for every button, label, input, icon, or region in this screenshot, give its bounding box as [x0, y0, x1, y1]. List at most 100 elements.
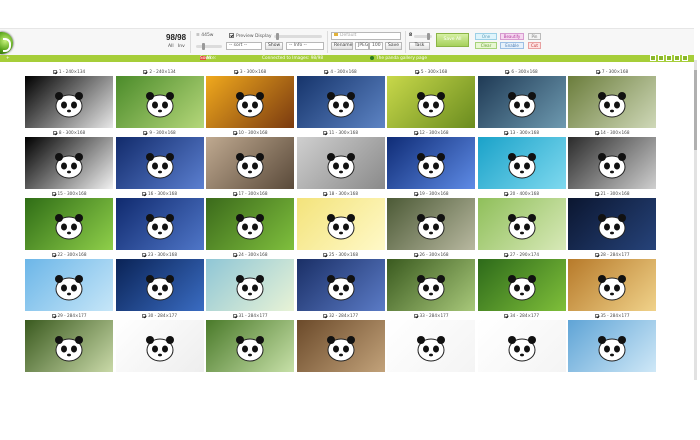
panda-thumbnail[interactable]	[478, 198, 566, 250]
select-checkbox[interactable]	[233, 192, 237, 196]
show-button[interactable]: Show	[265, 42, 283, 50]
gallery-item[interactable]: 28 - 284×177	[568, 250, 656, 311]
folder-input[interactable]: Default	[331, 32, 401, 40]
gallery-item[interactable]: 15 - 300×168	[25, 189, 113, 250]
gallery-item[interactable]: 29 - 284×177	[25, 311, 113, 372]
gallery-item[interactable]: 32 - 284×177	[297, 311, 385, 372]
gallery-item[interactable]: 35 - 284×177	[568, 311, 656, 372]
panda-thumbnail[interactable]	[116, 198, 204, 250]
gallery-item[interactable]: 20 - 400×168	[478, 189, 566, 250]
preview-display-option[interactable]: Preview Display	[229, 33, 272, 39]
preview-slider-thumb[interactable]	[276, 33, 279, 40]
select-checkbox[interactable]	[323, 192, 327, 196]
gallery-item[interactable]: 19 - 300×168	[387, 189, 475, 250]
select-checkbox[interactable]	[233, 131, 237, 135]
gallery-item[interactable]: 30 - 284×177	[116, 311, 204, 372]
scrollbar[interactable]	[694, 60, 697, 380]
panda-thumbnail[interactable]	[297, 259, 385, 311]
gallery-item[interactable]: 26 - 300×168	[387, 250, 475, 311]
panda-thumbnail[interactable]	[206, 320, 294, 372]
select-checkbox[interactable]	[234, 70, 238, 74]
select-checkbox[interactable]	[414, 131, 418, 135]
panda-thumbnail[interactable]	[568, 137, 656, 189]
select-checkbox[interactable]	[323, 253, 327, 257]
save-all-button[interactable]: Save All	[436, 33, 469, 47]
panda-thumbnail[interactable]	[25, 259, 113, 311]
panda-thumbnail[interactable]	[116, 320, 204, 372]
info-select[interactable]: -- Info --	[286, 42, 324, 50]
task-button[interactable]: Task	[409, 42, 430, 50]
gallery-item[interactable]: 12 - 300×168	[387, 128, 475, 189]
panda-thumbnail[interactable]	[116, 259, 204, 311]
select-checkbox[interactable]	[504, 253, 508, 257]
invert-selection-link[interactable]: Inv	[178, 44, 185, 49]
select-checkbox[interactable]	[595, 192, 599, 196]
gallery-item[interactable]: 4 - 300×168	[297, 67, 385, 128]
threads-slider[interactable]	[414, 35, 432, 38]
select-checkbox[interactable]	[52, 253, 56, 257]
enable-button[interactable]: Enable	[500, 42, 524, 49]
select-checkbox[interactable]	[142, 314, 146, 318]
panda-thumbnail[interactable]	[297, 198, 385, 250]
panda-thumbnail[interactable]	[206, 198, 294, 250]
gallery-item[interactable]: 13 - 300×168	[478, 128, 566, 189]
panda-thumbnail[interactable]	[478, 137, 566, 189]
panda-thumbnail[interactable]	[297, 137, 385, 189]
select-all-link[interactable]: All	[168, 44, 174, 49]
panda-thumbnail[interactable]	[387, 198, 475, 250]
panda-thumbnail[interactable]	[116, 76, 204, 128]
gallery-item[interactable]: 3 - 300×168	[206, 67, 294, 128]
panda-thumbnail[interactable]	[387, 320, 475, 372]
gallery-item[interactable]: 33 - 284×177	[387, 311, 475, 372]
select-checkbox[interactable]	[52, 192, 56, 196]
zoom-icon[interactable]	[666, 55, 672, 61]
panda-thumbnail[interactable]	[568, 198, 656, 250]
quality-input[interactable]: 100	[369, 42, 383, 50]
gallery-item[interactable]: 7 - 300×168	[568, 67, 656, 128]
select-checkbox[interactable]	[505, 70, 509, 74]
panda-thumbnail[interactable]	[297, 76, 385, 128]
panda-thumbnail[interactable]	[387, 137, 475, 189]
one-button[interactable]: One	[475, 33, 497, 40]
gallery-item[interactable]: 6 - 300×168	[478, 67, 566, 128]
select-checkbox[interactable]	[414, 314, 418, 318]
select-checkbox[interactable]	[504, 314, 508, 318]
threads-slider-thumb[interactable]	[427, 33, 430, 40]
panda-thumbnail[interactable]	[387, 76, 475, 128]
list-view-icon[interactable]	[658, 55, 664, 61]
panda-thumbnail[interactable]	[568, 76, 656, 128]
rename-button[interactable]: Rename	[331, 42, 353, 50]
preview-checkbox[interactable]	[229, 33, 234, 38]
select-checkbox[interactable]	[595, 131, 599, 135]
select-checkbox[interactable]	[323, 314, 327, 318]
gallery-item[interactable]: 16 - 300×168	[116, 189, 204, 250]
panda-thumbnail[interactable]	[387, 259, 475, 311]
clear-button[interactable]: Clear	[475, 42, 497, 49]
grid-view-icon[interactable]	[650, 55, 656, 61]
pin-button[interactable]: Pin	[528, 33, 541, 40]
select-checkbox[interactable]	[142, 192, 146, 196]
select-checkbox[interactable]	[233, 314, 237, 318]
select-checkbox[interactable]	[52, 314, 56, 318]
select-checkbox[interactable]	[595, 253, 599, 257]
size-slider[interactable]	[196, 45, 222, 48]
sort-select[interactable]: -- sort --	[226, 42, 262, 50]
panda-thumbnail[interactable]	[25, 320, 113, 372]
gallery-item[interactable]: 34 - 284×177	[478, 311, 566, 372]
panda-thumbnail[interactable]	[568, 259, 656, 311]
gallery-item[interactable]: 31 - 284×177	[206, 311, 294, 372]
select-checkbox[interactable]	[596, 70, 600, 74]
gallery-item[interactable]: 14 - 300×168	[568, 128, 656, 189]
gallery-item[interactable]: 1 - 240×134	[25, 67, 113, 128]
select-checkbox[interactable]	[53, 131, 57, 135]
save-button[interactable]: Save	[385, 42, 402, 50]
select-checkbox[interactable]	[415, 70, 419, 74]
select-checkbox[interactable]	[324, 70, 328, 74]
panda-thumbnail[interactable]	[25, 198, 113, 250]
gallery-item[interactable]: 5 - 300×168	[387, 67, 475, 128]
select-checkbox[interactable]	[233, 253, 237, 257]
panda-thumbnail[interactable]	[116, 137, 204, 189]
select-checkbox[interactable]	[414, 192, 418, 196]
gallery-item[interactable]: 9 - 300×168	[116, 128, 204, 189]
gallery-item[interactable]: 22 - 300×168	[25, 250, 113, 311]
